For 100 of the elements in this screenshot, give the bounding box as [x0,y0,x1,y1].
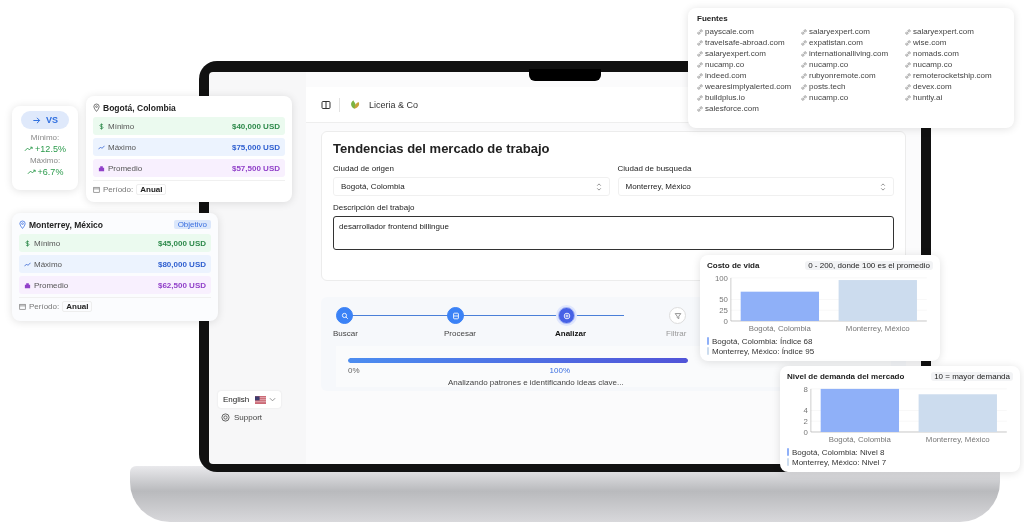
source-link[interactable]: nucamp.co [697,60,801,69]
legend-label: Monterrey, México: Índice 95 [712,346,815,356]
source-link[interactable]: remoterocketship.com [905,71,1005,80]
category-label: Bogotá, Colombia [748,323,811,333]
source-link[interactable]: indeed.com [697,71,801,80]
link-icon [697,39,703,46]
scale-badge: 0 - 200, donde 100 es el promedio [805,261,933,271]
source-link[interactable]: wise.com [905,38,1005,47]
legend-label: Bogotá, Colombia: Nivel 8 [792,447,885,457]
link-icon [697,83,703,90]
comparison-label: Mínimo: [30,133,60,142]
salary-value: $80,000 USD [157,259,206,269]
city-title: Bogotá, Colombia [103,102,176,113]
salary-value: $62,500 USD [157,280,206,290]
category-label: Monterrey, México [925,434,990,444]
step-label: Filtrar [666,329,687,338]
step-label: Buscar [333,329,358,338]
trend-up-icon [26,169,36,175]
axis-tick: 0 [803,427,808,437]
salary-label: Máximo [108,142,136,152]
salary-label: Mínimo [34,238,61,248]
source-link[interactable]: salaryexpert.com [697,49,801,58]
source-link[interactable]: nucamp.co [801,93,905,102]
source-link[interactable]: buildplus.io [697,93,801,102]
axis-tick: 25 [719,305,728,315]
sidebar-toggle-icon[interactable] [321,99,331,110]
city-title: Monterrey, México [29,219,103,230]
link-icon [801,94,807,101]
source-link[interactable]: nucamp.co [801,60,905,69]
link-icon [801,39,807,46]
source-link[interactable]: posts.tech [801,82,905,91]
legend-label: Bogotá, Colombia: Índice 68 [712,336,813,346]
updown-icon [595,182,602,191]
source-link[interactable]: salaryexpert.com [905,27,1005,36]
location-pin-icon [93,103,100,112]
calendar-icon [19,303,26,310]
category-label: Bogotá, Colombia [828,434,891,444]
vs-button[interactable]: VS [21,111,69,129]
source-link[interactable]: devex.com [905,82,1005,91]
chart-title: Nivel de demanda del mercado [787,372,905,382]
calendar-icon [93,186,100,193]
salary-label: Mínimo [108,121,135,131]
salary-label: Promedio [108,163,143,173]
leaf-logo-icon [348,98,361,111]
source-link[interactable]: travelsafe-abroad.com [697,38,801,47]
progress-reading: 100% [549,366,571,375]
link-icon [905,61,911,68]
origin-select[interactable]: Bogotá, Colombia [333,177,610,196]
description-field[interactable]: desarrollador frontend billingue [333,216,894,250]
link-icon [697,72,703,79]
source-link[interactable]: wearesimplyalerted.com [697,82,801,91]
salary-value: $75,000 USD [231,142,280,152]
period-value: Anual [62,301,93,312]
axis-tick: 8 [803,384,808,394]
link-icon [801,50,807,57]
source-link[interactable]: salesforce.com [697,104,801,113]
salary-value: $45,000 USD [157,238,206,248]
row-icon [24,281,31,289]
source-link[interactable]: huntly.ai [905,93,1005,102]
legend-label: Monterrey, México: Nivel 7 [792,457,887,467]
row-icon [98,122,105,130]
row-icon [24,239,31,247]
progress-start: 0% [348,366,360,375]
source-link[interactable]: internationalliving.com [801,49,905,58]
arrow-right-icon [32,115,41,125]
comparison-change: +12.5% [35,144,66,154]
link-icon [905,72,911,79]
chevron-icon [269,397,277,402]
target-select[interactable]: Monterrey, México [617,177,894,196]
source-link[interactable]: salaryexpert.com [801,27,905,36]
link-icon [697,28,703,35]
period-label: Período: [29,302,60,311]
link-icon [905,39,911,46]
link-icon [905,94,911,101]
link-icon [801,61,807,68]
scale-badge: 10 = mayor demanda [931,372,1013,382]
link-icon [697,61,703,68]
link-icon [801,72,807,79]
language-select[interactable]: English [218,391,282,408]
target-badge: Objetivo [173,220,211,229]
link-icon [801,83,807,90]
source-link[interactable]: nucamp.co [905,60,1005,69]
camera-notch [529,69,601,81]
link-icon [905,83,911,90]
sources-title: Fuentes [697,14,729,23]
link-icon [801,28,807,35]
trend-up-icon [24,146,34,152]
source-link[interactable]: expatistan.com [801,38,905,47]
source-link[interactable]: payscale.com [697,27,801,36]
period-value: Anual [136,184,167,195]
salary-value: $40,000 USD [231,121,280,131]
support-link[interactable]: Support [218,413,306,422]
updown-icon [880,182,886,191]
chart-title: Costo de vida [707,261,760,271]
source-link[interactable]: nomads.com [905,49,1005,58]
row-icon [98,143,105,151]
brand-name: Liceria & Co [369,99,419,110]
axis-tick: 0 [723,316,728,326]
field-label: Ciudad de origen [333,164,395,173]
source-link[interactable]: rubyonremote.com [801,71,905,80]
